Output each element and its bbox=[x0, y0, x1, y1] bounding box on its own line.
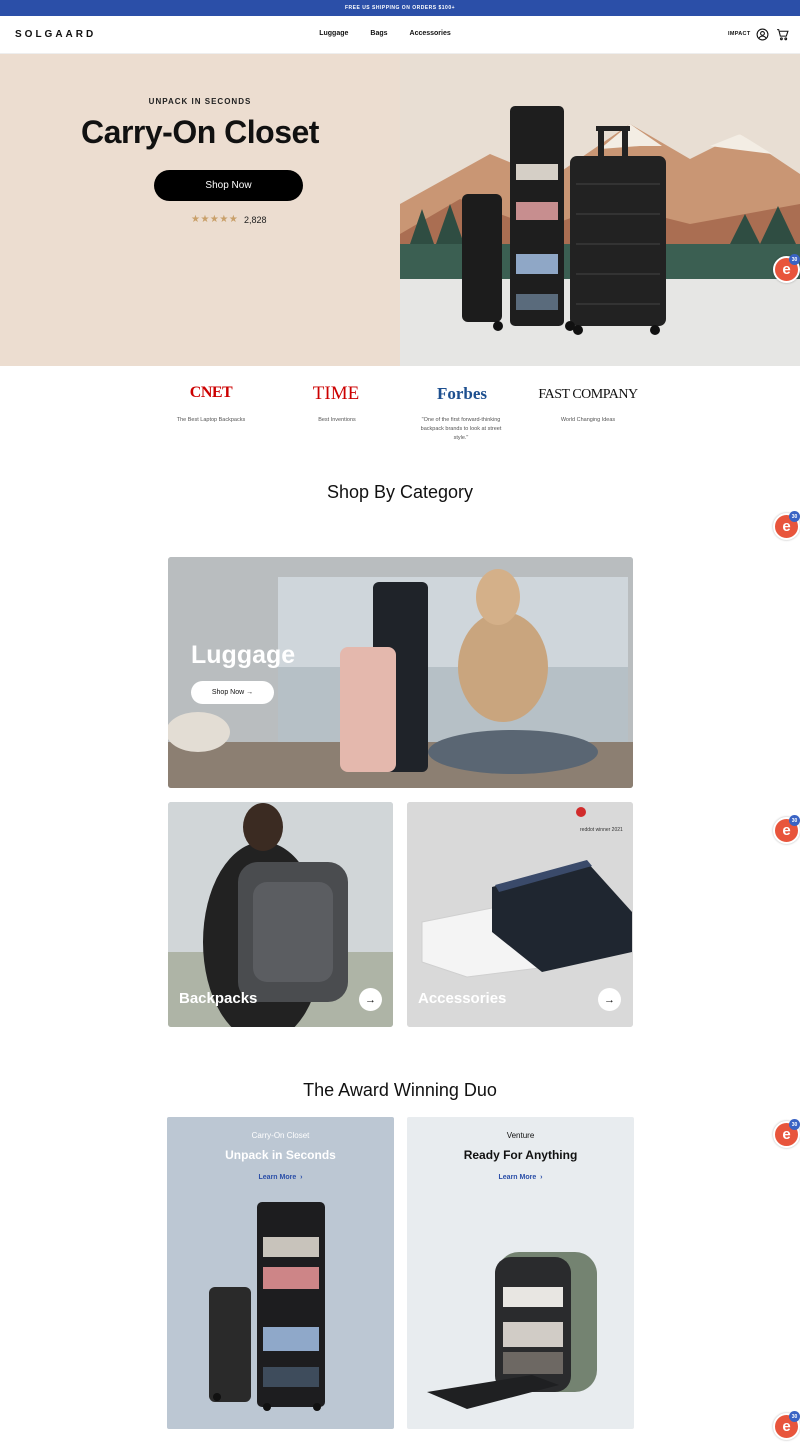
hero-illustration bbox=[400, 54, 800, 366]
backpacks-label: Backpacks bbox=[179, 990, 258, 1007]
nav-accessories[interactable]: Accessories bbox=[410, 30, 451, 37]
press-caption-cnet: The Best Laptop Backpacks bbox=[176, 417, 246, 423]
luggage-shop-now-label: Shop Now bbox=[211, 689, 245, 696]
accessories-arrow-button[interactable]: → bbox=[598, 988, 621, 1011]
arrow-right-icon: → bbox=[246, 689, 254, 696]
rewards-count: 30 bbox=[789, 815, 800, 826]
press-caption-forbes: "One of the first forward-thinking backp… bbox=[420, 417, 502, 441]
hero-image bbox=[400, 54, 800, 366]
press-caption-time: Best Inventions bbox=[318, 417, 356, 423]
rewards-icon: e bbox=[782, 518, 791, 535]
main-nav: Luggage Bags Accessories bbox=[0, 30, 800, 37]
rewards-badge[interactable]: e 30 bbox=[773, 511, 800, 540]
category-section-title: Shop By Category bbox=[326, 482, 474, 502]
press-caption-fast-company: World Changing Ideas bbox=[560, 417, 616, 423]
hero-shop-now-button[interactable]: Shop Now bbox=[154, 170, 303, 201]
luggage-tile[interactable]: Luggage Shop Now → bbox=[168, 557, 633, 788]
rewards-icon: e bbox=[782, 822, 791, 839]
rewards-icon: e bbox=[782, 1126, 791, 1143]
luggage-label: Luggage bbox=[191, 641, 296, 669]
rewards-badge[interactable]: e 30 bbox=[773, 1411, 800, 1440]
accessories-label: Accessories bbox=[418, 990, 507, 1007]
rewards-count: 30 bbox=[789, 1411, 800, 1422]
venture-backpack-photo bbox=[427, 1252, 597, 1409]
press-logo-forbes: Forbes bbox=[436, 384, 488, 403]
star-rating: ★★★★★ bbox=[191, 214, 239, 225]
hero-eyebrow: UNPACK IN SECONDS bbox=[148, 97, 252, 106]
rewards-count: 30 bbox=[789, 1119, 800, 1130]
duo-card-carry-on-closet[interactable]: Carry-On Closet Unpack in Seconds Learn … bbox=[167, 1117, 394, 1429]
nav-bags[interactable]: Bags bbox=[370, 30, 387, 37]
backpacks-tile[interactable]: Backpacks → bbox=[168, 802, 393, 1027]
site-header: SOLGAARD Luggage Bags Accessories IMPACT bbox=[0, 16, 800, 54]
luggage-photo bbox=[168, 557, 633, 788]
hero-title: Carry-On Closet bbox=[81, 114, 319, 150]
backpacks-arrow-button[interactable]: → bbox=[359, 988, 382, 1011]
account-icon[interactable] bbox=[756, 28, 769, 41]
press-logo-fast-company: FAST COMPANY bbox=[538, 387, 638, 402]
rewards-count: 30 bbox=[789, 254, 800, 265]
luggage-shop-now-button[interactable]: Shop Now → bbox=[191, 681, 274, 704]
duo-section-title: The Award Winning Duo bbox=[303, 1080, 497, 1100]
press-logo-time: TIME bbox=[312, 383, 360, 404]
rewards-icon: e bbox=[782, 1418, 791, 1435]
impact-link[interactable]: IMPACT bbox=[728, 31, 750, 37]
press-logo-cnet: CNET bbox=[189, 384, 233, 401]
reddot-award: reddot winner 2021 bbox=[580, 827, 623, 833]
nav-luggage[interactable]: Luggage bbox=[319, 30, 348, 37]
rewards-badge[interactable]: e 30 bbox=[773, 254, 800, 283]
promo-text: FREE US SHIPPING ON ORDERS $100+ bbox=[344, 5, 456, 11]
review-count[interactable]: 2,828 bbox=[244, 215, 267, 225]
rewards-icon: e bbox=[782, 261, 791, 278]
rewards-count: 30 bbox=[789, 511, 800, 522]
rewards-badge[interactable]: e 30 bbox=[773, 1119, 800, 1148]
cart-icon[interactable] bbox=[776, 28, 789, 41]
accessories-tile[interactable]: reddot winner 2021 Accessories → bbox=[407, 802, 633, 1027]
rewards-badge[interactable]: e 30 bbox=[773, 815, 800, 844]
duo-card-venture[interactable]: Venture Ready For Anything Learn More › bbox=[407, 1117, 634, 1429]
promo-banner: FREE US SHIPPING ON ORDERS $100+ bbox=[0, 0, 800, 16]
arrow-right-icon: → bbox=[604, 993, 615, 1006]
carry-on-closet-photo bbox=[209, 1202, 325, 1411]
arrow-right-icon: → bbox=[365, 993, 376, 1006]
